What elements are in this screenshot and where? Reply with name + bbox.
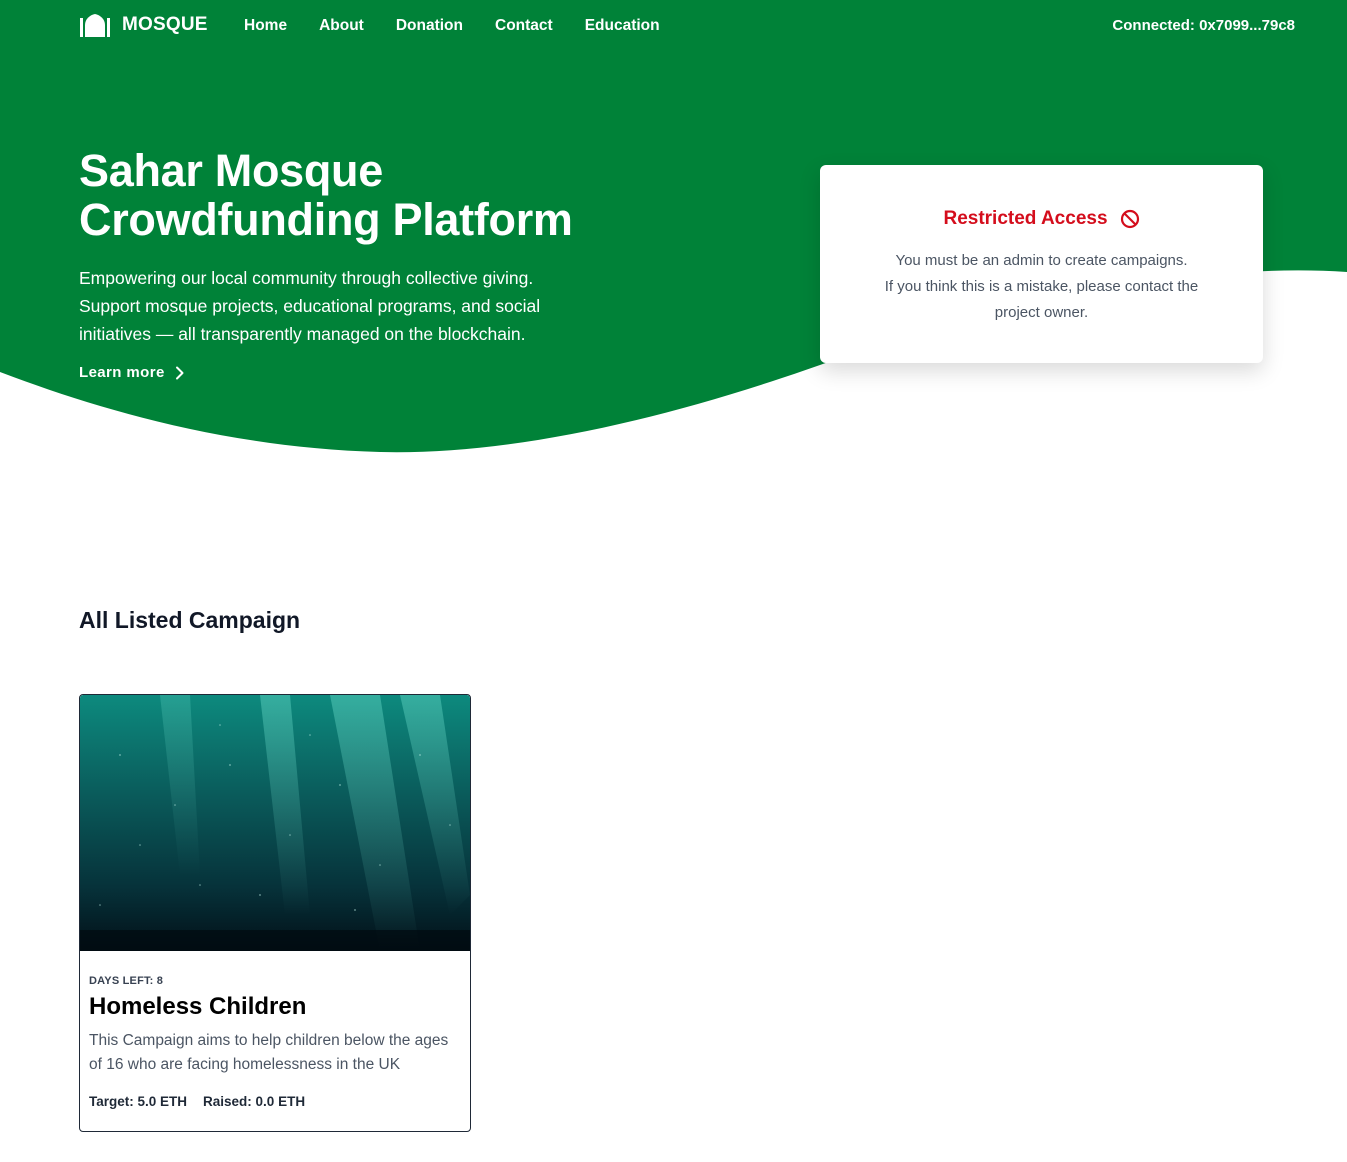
learn-more-link[interactable]: Learn more (79, 364, 185, 381)
wallet-status[interactable]: Connected: 0x7099...79c8 (1112, 17, 1295, 34)
brand-logo[interactable]: MOSQUE (80, 13, 208, 37)
hero-title-line1: Sahar Mosque (79, 145, 383, 196)
campaign-raised: Raised: 0.0 ETH (203, 1094, 306, 1109)
restricted-access-header: Restricted Access (820, 208, 1263, 230)
ban-icon (1120, 209, 1139, 229)
campaign-card[interactable]: DAYS LEFT: 8 Homeless Children This Camp… (79, 694, 471, 1132)
top-navbar: MOSQUE Home About Donation Contact Educa… (0, 0, 1347, 52)
nav-link-education[interactable]: Education (585, 17, 660, 35)
hero-title: Sahar Mosque Crowdfunding Platform (79, 146, 639, 244)
restricted-access-message: You must be an admin to create campaigns… (895, 252, 1188, 269)
restricted-access-contact-note: If you think this is a mistake, please c… (884, 278, 1199, 321)
campaign-title: Homeless Children (89, 993, 307, 1020)
chevron-right-icon (175, 366, 184, 379)
restricted-access-card: Restricted Access You must be an admin t… (820, 165, 1263, 363)
hero-description: Empowering our local community through c… (79, 268, 541, 344)
campaigns-section-title: All Listed Campaign (79, 607, 301, 633)
campaign-stats: Target: 5.0 ETH Raised: 0.0 ETH (89, 1094, 305, 1109)
brand-name: MOSQUE (122, 14, 208, 35)
nav-link-about[interactable]: About (319, 17, 364, 35)
learn-more-label: Learn more (79, 364, 165, 381)
campaign-days-left: DAYS LEFT: 8 (89, 975, 164, 987)
campaign-description: This Campaign aims to help children belo… (89, 1032, 449, 1073)
campaign-image (80, 695, 470, 951)
nav-link-donation[interactable]: Donation (396, 17, 463, 35)
mosque-icon (80, 14, 110, 37)
nav-link-home[interactable]: Home (244, 17, 287, 35)
hero-title-line2: Crowdfunding Platform (79, 194, 573, 245)
nav-link-contact[interactable]: Contact (495, 17, 553, 35)
nav-links: Home About Donation Contact Education (244, 17, 660, 35)
restricted-access-title: Restricted Access (943, 208, 1108, 229)
campaign-target: Target: 5.0 ETH (89, 1094, 188, 1109)
